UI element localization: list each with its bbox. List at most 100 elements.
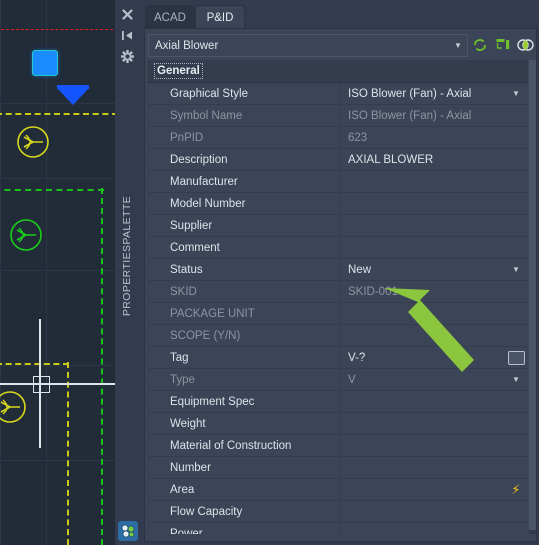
property-row[interactable]: Type V ▼	[148, 369, 528, 391]
chevron-down-icon[interactable]: ▼	[504, 83, 528, 104]
property-row[interactable]: Symbol Name ISO Blower (Fan) - Axial	[148, 105, 528, 127]
property-label: Model Number	[170, 197, 246, 210]
ellipsis-button-icon[interactable]	[504, 347, 528, 368]
chevron-down-icon: ▼	[454, 41, 462, 50]
object-selector-value: Axial Blower	[155, 39, 219, 52]
refresh-icon[interactable]	[470, 35, 489, 54]
property-label: Status	[170, 263, 203, 276]
property-row[interactable]: Weight	[148, 413, 528, 435]
grid-line	[0, 460, 115, 461]
column-separator	[340, 325, 341, 346]
chevron-down-icon[interactable]: ▼	[504, 259, 528, 280]
column-separator	[340, 303, 341, 324]
row-action-empty	[504, 237, 528, 258]
property-row[interactable]: Power	[148, 523, 528, 534]
property-value[interactable]: V	[341, 374, 504, 386]
row-action-empty	[504, 413, 528, 434]
property-row[interactable]: Flow Capacity	[148, 501, 528, 523]
blue-triangle-symbol[interactable]	[57, 88, 89, 105]
yellow-dashed-line-vertical	[67, 362, 69, 545]
export-data-icon[interactable]	[493, 35, 512, 54]
property-row[interactable]: Equipment Spec	[148, 391, 528, 413]
grid-line	[46, 0, 47, 545]
column-separator	[340, 193, 341, 214]
property-value[interactable]: ISO Blower (Fan) - Axial	[341, 88, 504, 100]
property-label: Manufacturer	[170, 175, 238, 188]
relationships-icon[interactable]	[516, 35, 535, 54]
property-row[interactable]: SCOPE (Y/N)	[148, 325, 528, 347]
selected-equipment-symbol[interactable]	[32, 50, 58, 76]
vertical-scrollbar[interactable]	[529, 60, 536, 534]
property-row[interactable]: Supplier	[148, 215, 528, 237]
axial-blower-symbol-green[interactable]	[9, 218, 43, 252]
property-label: Supplier	[170, 219, 213, 232]
column-separator	[340, 413, 341, 434]
property-row[interactable]: Model Number	[148, 193, 528, 215]
property-row[interactable]: PnPID 623	[148, 127, 528, 149]
column-separator	[340, 457, 341, 478]
property-row[interactable]: Material of Construction	[148, 435, 528, 457]
properties-grid: General Graphical Style ISO Blower (Fan) …	[148, 60, 528, 534]
property-value[interactable]: 623	[341, 132, 504, 144]
object-selector-dropdown[interactable]: Axial Blower ▼	[148, 34, 468, 57]
green-dashed-line-vertical	[101, 188, 103, 545]
grid-line	[0, 178, 115, 179]
column-separator	[340, 171, 341, 192]
axial-blower-symbol-yellow-2[interactable]	[0, 390, 27, 424]
lightning-bolt-icon[interactable]: ⚡	[504, 479, 528, 500]
property-row[interactable]: Number	[148, 457, 528, 479]
axial-blower-symbol-yellow[interactable]	[16, 125, 50, 159]
property-label: Power	[170, 527, 203, 535]
cad-canvas[interactable]	[0, 0, 115, 545]
cursor-pickbox	[33, 376, 50, 393]
property-row[interactable]: Graphical Style ISO Blower (Fan) - Axial ▼	[148, 83, 528, 105]
property-label: Area	[170, 483, 195, 496]
row-action-empty	[504, 127, 528, 148]
group-header-general[interactable]: General	[148, 60, 528, 83]
tab-pnid[interactable]: P&ID	[195, 5, 245, 30]
tab-acad[interactable]: ACAD	[145, 5, 195, 30]
grid-line	[0, 270, 115, 271]
auto-hide-icon[interactable]	[115, 25, 140, 45]
palette-panel: Axial Blower ▼ General Graphical Style I…	[144, 28, 537, 542]
property-row[interactable]: Comment	[148, 237, 528, 259]
palette-toolbar	[467, 33, 538, 56]
property-row[interactable]: Description AXIAL BLOWER	[148, 149, 528, 171]
palette-rail: PROPERTIESPALETTE	[115, 0, 141, 545]
property-row[interactable]: Status New ▼	[148, 259, 528, 281]
property-label: Graphical Style	[170, 87, 248, 100]
row-action-empty	[504, 457, 528, 478]
properties-settings-icon[interactable]	[115, 46, 140, 66]
row-action-empty	[504, 281, 528, 302]
properties-palette: ACAD P&ID Axial Blower ▼ General Graphic…	[140, 0, 539, 545]
property-label: Tag	[170, 351, 189, 364]
property-value[interactable]: V-?	[341, 352, 504, 364]
row-action-empty	[504, 303, 528, 324]
yellow-dashed-line	[0, 113, 115, 115]
properties-palette-icon[interactable]	[118, 521, 138, 541]
tab-bar: ACAD P&ID	[140, 5, 539, 30]
property-value[interactable]: AXIAL BLOWER	[341, 154, 504, 166]
close-icon[interactable]	[115, 4, 140, 24]
column-separator	[340, 435, 341, 456]
column-separator	[340, 523, 341, 534]
property-label: Description	[170, 153, 228, 166]
red-dashdot-line	[0, 29, 115, 30]
row-action-empty	[504, 501, 528, 522]
row-action-empty	[504, 171, 528, 192]
property-label: PnPID	[170, 131, 204, 144]
property-value[interactable]: ISO Blower (Fan) - Axial	[341, 110, 504, 122]
property-value[interactable]: New	[341, 264, 504, 276]
property-label: Type	[170, 373, 195, 386]
chevron-down-icon[interactable]: ▼	[504, 369, 528, 390]
property-row[interactable]: PACKAGE UNIT	[148, 303, 528, 325]
property-row[interactable]: Tag V-?	[148, 347, 528, 369]
scrollbar-thumb[interactable]	[529, 60, 536, 530]
property-label: Material of Construction	[170, 439, 292, 452]
row-action-empty	[504, 215, 528, 236]
property-row[interactable]: Area ⚡	[148, 479, 528, 501]
property-row[interactable]: Manufacturer	[148, 171, 528, 193]
property-value[interactable]: SKID-001	[341, 286, 504, 298]
property-label: Flow Capacity	[170, 505, 243, 518]
property-row[interactable]: SKID SKID-001	[148, 281, 528, 303]
